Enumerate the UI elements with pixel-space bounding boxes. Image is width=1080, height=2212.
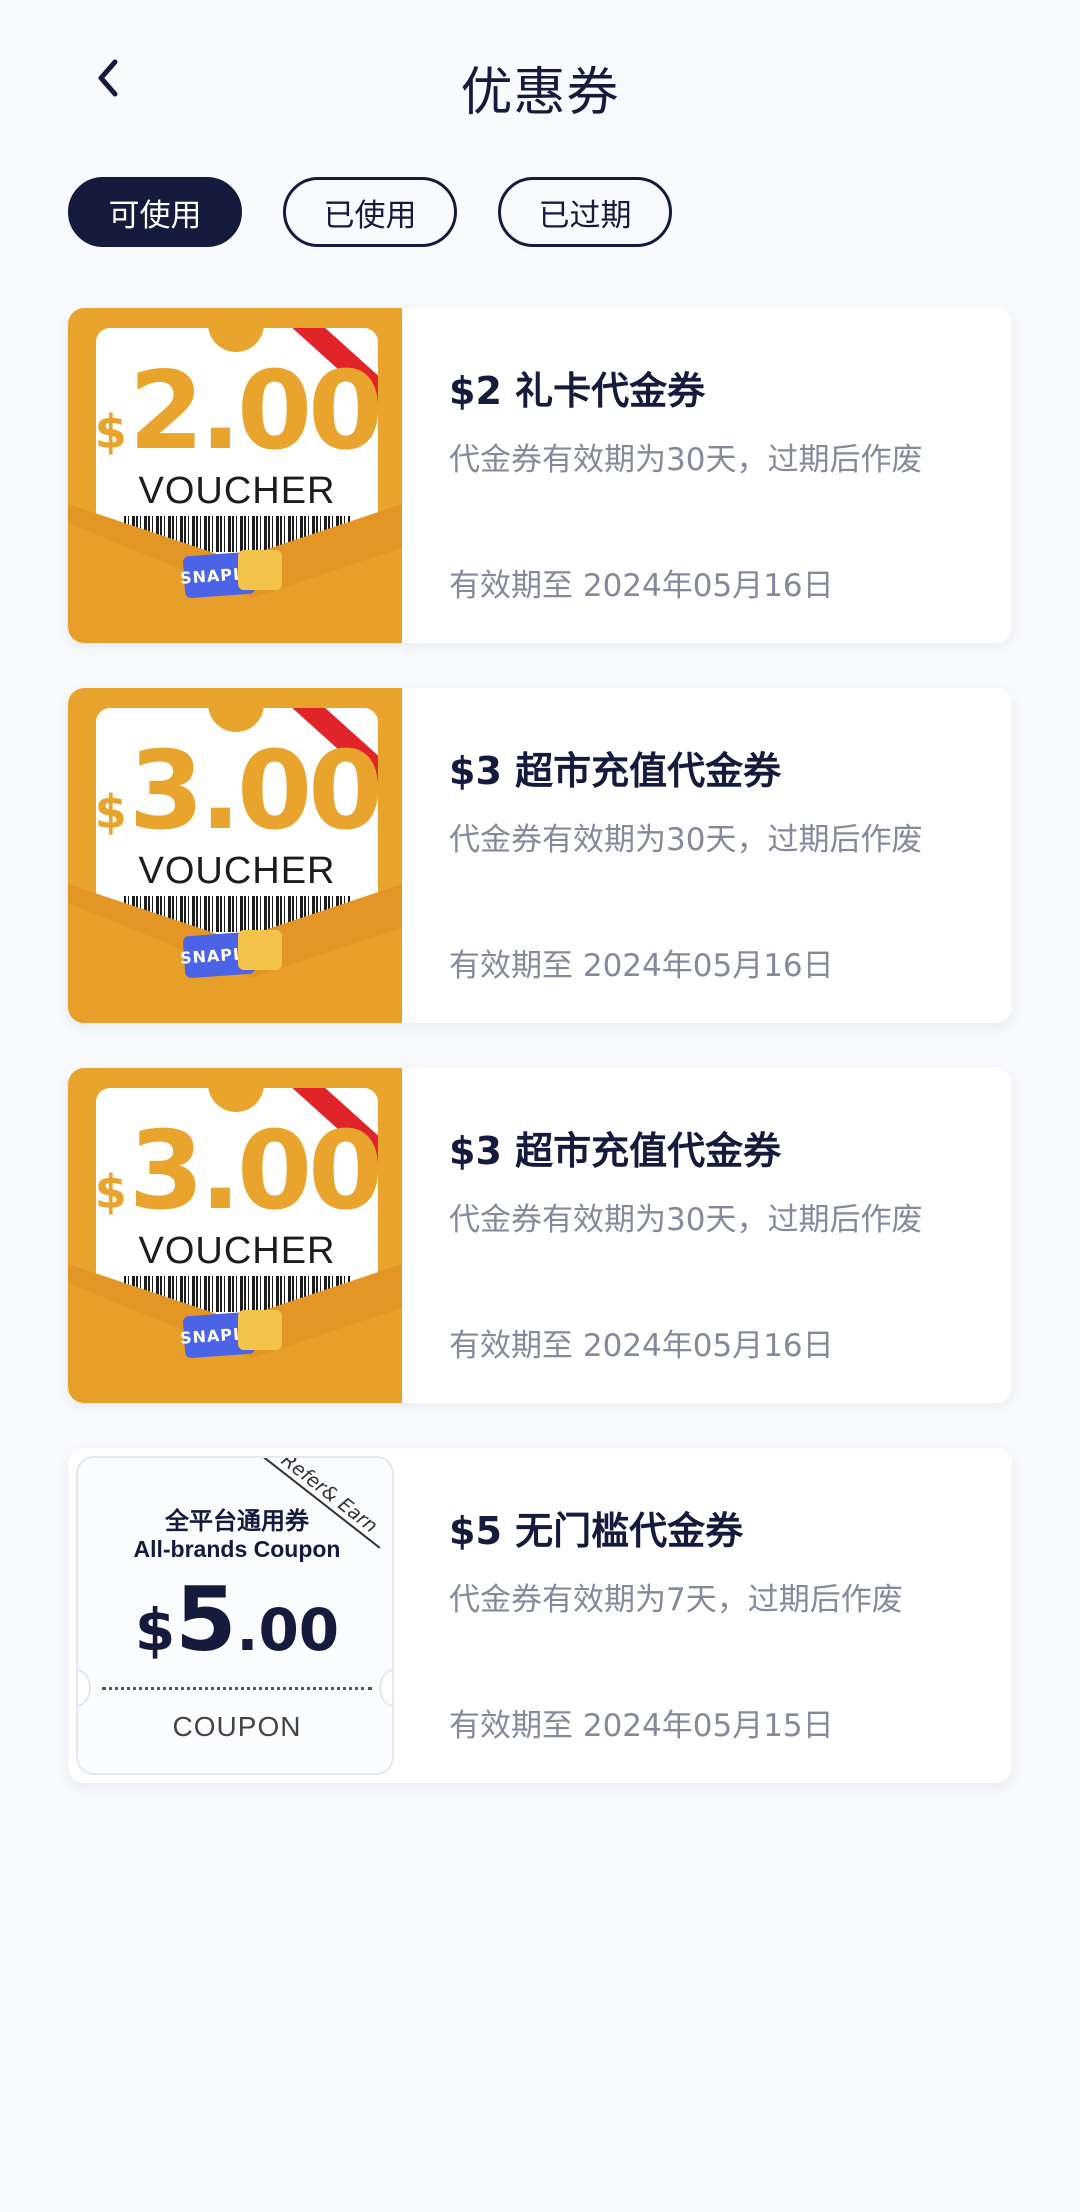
all-brands-coupon-image: Refer& Earn 全平台通用券 All-brands Coupon $5.… [68,1448,402,1783]
coupon-description: 代金券有效期为7天，过期后作废 [449,1582,903,1618]
tab-available[interactable]: 可使用 [68,177,242,247]
tab-used[interactable]: 已使用 [283,177,457,247]
snaplii-logo: SNAPLII [179,1306,284,1359]
coupon-description: 代金券有效期为30天，过期后作废 [449,442,923,478]
coupon-image-amount: $5.00 [134,1568,340,1671]
coupon-expiry: 有效期至 2024年05月15日 [449,1708,834,1744]
coupon-card[interactable]: $ 3.00 VOUCHER SNAPLII $3 超市充值代金券 代金券有效期… [68,1068,1012,1403]
coupon-card[interactable]: $ 2.00 VOUCHER SNAPLII $2 礼卡代金券 代金券有效期为3… [68,308,1012,643]
voucher-image: $ 3.00 VOUCHER SNAPLII [68,688,402,1023]
voucher-label: VOUCHER [138,850,336,892]
perforation-divider [102,1687,372,1690]
coupon-image-en-title: All-brands Coupon [133,1536,341,1562]
coupon-image-word: COUPON [172,1711,302,1742]
coupon-title: $3 超市充值代金券 [449,1129,782,1173]
coupon-expiry: 有效期至 2024年05月16日 [449,1328,834,1364]
coupon-list: $ 2.00 VOUCHER SNAPLII $2 礼卡代金券 代金券有效期为3… [68,308,1012,1828]
coupon-expiry: 有效期至 2024年05月16日 [449,948,834,984]
voucher-dollar: $ [96,785,127,839]
tab-expired[interactable]: 已过期 [498,177,672,247]
voucher-image: $ 3.00 VOUCHER SNAPLII [68,1068,402,1403]
coupon-title: $3 超市充值代金券 [449,749,782,793]
coupon-title: $2 礼卡代金券 [449,369,706,413]
snaplii-logo: SNAPLII [179,546,284,599]
coupon-description: 代金券有效期为30天，过期后作废 [449,1202,923,1238]
coupon-image-cn-title: 全平台通用券 [165,1507,309,1535]
voucher-dollar: $ [96,405,127,459]
header: 优惠券 [0,0,1080,165]
coupon-expiry: 有效期至 2024年05月16日 [449,568,834,604]
coupon-card[interactable]: $ 3.00 VOUCHER SNAPLII $3 超市充值代金券 代金券有效期… [68,688,1012,1023]
voucher-label: VOUCHER [138,470,336,512]
voucher-amount: 3.00 [128,1109,378,1234]
coupon-description: 代金券有效期为30天，过期后作废 [449,822,923,858]
coupon-tabs: 可使用 已使用 已过期 [68,177,672,247]
snaplii-logo: SNAPLII [179,926,284,979]
voucher-dollar: $ [96,1165,127,1219]
voucher-amount: 2.00 [128,349,378,474]
coupon-card[interactable]: Refer& Earn 全平台通用券 All-brands Coupon $5.… [68,1448,1012,1783]
voucher-image: $ 2.00 VOUCHER SNAPLII [68,308,402,643]
page-title: 优惠券 [460,63,620,123]
coupon-title: $5 无门槛代金券 [449,1509,744,1553]
voucher-label: VOUCHER [138,1230,336,1272]
voucher-amount: 3.00 [128,729,378,854]
